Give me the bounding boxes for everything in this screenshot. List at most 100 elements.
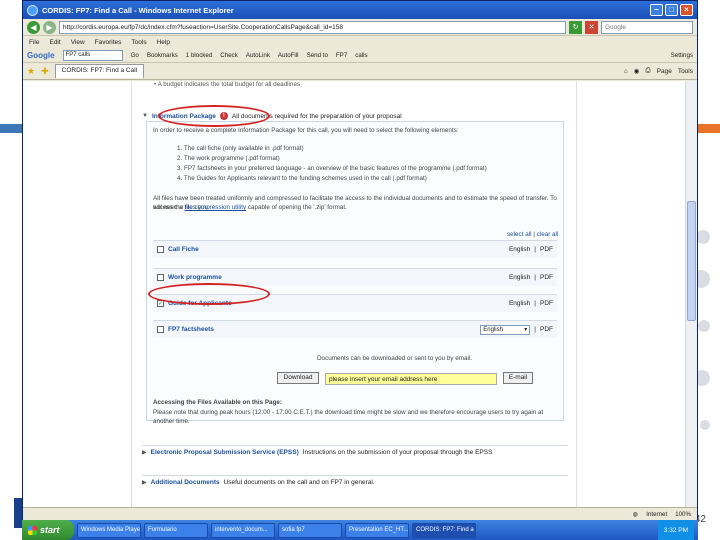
download-button[interactable]: Download <box>277 372 319 384</box>
task-presentation[interactable]: Presentation EC_HT... <box>345 522 409 538</box>
menu-tools[interactable]: Tools <box>131 39 146 46</box>
epss-header[interactable]: ▶ Electronic Proposal Submission Service… <box>142 445 568 459</box>
check-button[interactable]: Check <box>220 52 238 59</box>
favorites-star-icon[interactable]: ★ <box>27 66 35 77</box>
globe-icon: ◍ <box>632 511 639 518</box>
tab-cordis[interactable]: CORDIS: FP7: Find a Call <box>54 64 145 78</box>
task-formulario[interactable]: Formulario <box>144 522 208 538</box>
info-item-3: 3. FP7 factsheets in your preferred lang… <box>177 165 487 172</box>
info-note-2: will need a file compression utility cap… <box>153 204 347 211</box>
google-go-button[interactable]: Go <box>131 52 139 59</box>
email-input[interactable]: please insert your email address here <box>325 373 497 385</box>
doc-checkbox[interactable] <box>157 274 164 281</box>
access-note: Please note that during peak hours (12:0… <box>153 409 544 425</box>
window-title: CORDIS: FP7: Find a Call - Windows Inter… <box>42 5 234 15</box>
ie-icon <box>27 4 38 16</box>
close-button[interactable]: × <box>680 4 693 16</box>
status-bar: ◍ Internet 100% <box>23 507 697 521</box>
access-title: Accessing the Files Available on this Pa… <box>153 399 283 406</box>
clear-all-link[interactable]: clear all <box>537 231 559 238</box>
feeds-icon[interactable]: ◉ <box>634 67 640 75</box>
select-clear-links: select all | clear all <box>507 231 559 238</box>
page-content: • A budget indicates the total budget fo… <box>131 81 577 507</box>
task-intervento[interactable]: intervento_docum... <box>211 522 275 538</box>
collapse-arrow-icon: ▼ <box>142 113 148 119</box>
additional-docs-header[interactable]: ▶ Additional Documents Useful documents … <box>142 475 568 489</box>
doc-name[interactable]: FP7 factsheets <box>168 326 214 333</box>
language-select[interactable]: English ▾ <box>480 324 531 335</box>
doc-row-call-fiche: Call Fiche English | PDF <box>153 240 557 258</box>
doc-checkbox[interactable] <box>157 246 164 253</box>
info-intro: In order to receive a complete Informati… <box>153 127 459 134</box>
autofill-button[interactable]: AutoFill <box>278 52 299 59</box>
task-media-player[interactable]: Windows Media Player <box>77 522 141 538</box>
minimize-button[interactable]: – <box>650 4 663 16</box>
tab-bar: ★ ✚ CORDIS: FP7: Find a Call ⌂ ◉ ⎙ Page … <box>23 63 697 80</box>
browser-window: CORDIS: FP7: Find a Call - Windows Inter… <box>22 0 698 522</box>
info-package-panel: In order to receive a complete Informati… <box>146 121 564 425</box>
vertical-scrollbar[interactable] <box>685 81 697 507</box>
taskbar: start Windows Media Player Formulario in… <box>22 520 698 540</box>
address-input[interactable]: http://cordis.europa.eu/fp7/dc/index.cfm… <box>59 20 566 34</box>
title-bar: CORDIS: FP7: Find a Call - Windows Inter… <box>23 1 697 19</box>
expand-arrow-icon: ▶ <box>142 450 147 456</box>
popup-blocked-button[interactable]: 1 blocked <box>186 52 213 59</box>
tools-menu[interactable]: Tools <box>678 68 693 75</box>
scrollbar-thumb[interactable] <box>687 201 696 321</box>
additional-docs-title[interactable]: Additional Documents <box>151 479 220 486</box>
highlight-calls-button[interactable]: calls <box>355 52 367 59</box>
forward-icon[interactable]: ▶ <box>43 20 56 34</box>
sendto-button[interactable]: Send to <box>307 52 328 59</box>
stop-icon[interactable]: ✕ <box>585 20 598 34</box>
epss-title[interactable]: Electronic Proposal Submission Service (… <box>151 449 299 456</box>
settings-button[interactable]: Settings <box>671 52 693 59</box>
doc-checkbox[interactable] <box>157 326 164 333</box>
doc-language: English <box>508 274 531 281</box>
menu-help[interactable]: Help <box>157 39 170 46</box>
maximize-button[interactable]: □ <box>665 4 678 16</box>
highlight-circle-guide <box>148 283 270 305</box>
start-button[interactable]: start <box>22 520 74 540</box>
epss-desc: Instructions on the submission of your p… <box>302 449 493 456</box>
highlight-fp7-button[interactable]: FP7 <box>336 52 347 59</box>
google-logo: Google <box>27 50 55 60</box>
add-favorite-icon[interactable]: ✚ <box>41 66 49 77</box>
menu-bar: File Edit View Favorites Tools Help <box>23 36 697 48</box>
doc-row-fp7-factsheets: FP7 factsheets English ▾ | PDF <box>153 320 557 338</box>
expand-arrow-icon: ▶ <box>142 480 147 486</box>
back-icon[interactable]: ◀ <box>27 20 40 34</box>
chevron-down-icon: ▾ <box>524 327 528 333</box>
task-sofia[interactable]: sofia fp7 <box>278 522 342 538</box>
info-item-4: 4. The Guides for Applicants relevant to… <box>177 175 427 182</box>
page-menu[interactable]: Page <box>657 68 672 75</box>
google-search-input[interactable]: FP7 calls <box>62 49 123 61</box>
slide: 42 CORDIS: FP7: Find a Call - Windows In… <box>0 0 720 540</box>
menu-favorites[interactable]: Favorites <box>95 39 122 46</box>
info-item-2: 2. The work programme (.pdf format) <box>177 155 280 162</box>
file-compression-link[interactable]: file compression utility <box>185 204 247 211</box>
doc-name[interactable]: Call Fiche <box>168 246 199 253</box>
print-icon[interactable]: ⎙ <box>645 67 650 75</box>
doc-format: PDF <box>540 326 553 333</box>
doc-name[interactable]: Work programme <box>168 274 222 281</box>
menu-file[interactable]: File <box>29 39 39 46</box>
zone-label: Internet <box>646 511 668 518</box>
task-cordis[interactable]: CORDIS: FP7: Find a ... <box>412 522 476 538</box>
search-input[interactable]: Google <box>601 20 693 34</box>
doc-language: English <box>508 246 531 253</box>
download-note: Documents can be downloaded or sent to y… <box>317 355 473 362</box>
home-icon[interactable]: ⌂ <box>624 68 628 75</box>
autolink-button[interactable]: AutoLink <box>246 52 270 59</box>
system-tray-clock[interactable]: 3:32 PM <box>657 520 694 540</box>
email-button[interactable]: E-mail <box>503 372 533 384</box>
highlight-circle-info-package <box>158 105 270 127</box>
additional-docs-desc: Useful documents on the call and on FP7 … <box>223 479 375 486</box>
page-viewport: • A budget indicates the total budget fo… <box>23 81 685 507</box>
windows-flag-icon <box>28 525 37 535</box>
select-all-link[interactable]: select all <box>507 231 532 238</box>
refresh-icon[interactable]: ↻ <box>569 20 582 34</box>
bookmarks-button[interactable]: Bookmarks <box>147 52 178 59</box>
menu-view[interactable]: View <box>71 39 85 46</box>
menu-edit[interactable]: Edit <box>49 39 60 46</box>
zoom-control[interactable]: 100% <box>675 511 691 518</box>
